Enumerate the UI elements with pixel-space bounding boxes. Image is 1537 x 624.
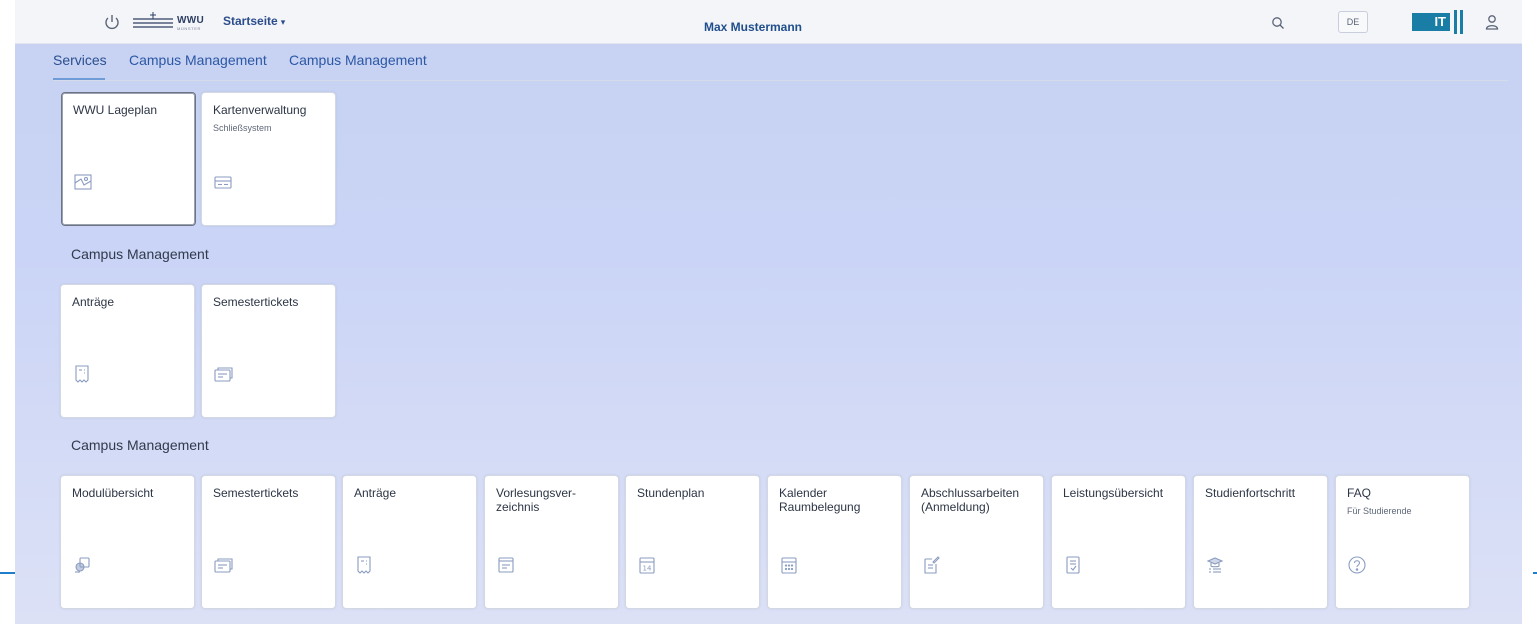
section-title-campus-management: Campus Management [71, 437, 209, 453]
checked-document-icon [1066, 556, 1080, 574]
question-icon [1348, 556, 1366, 574]
course-list-icon [498, 557, 514, 573]
right-edge-line [1533, 572, 1537, 574]
receipt-icon [357, 556, 371, 574]
tile-faq[interactable]: FAQ Für Studierende [1335, 475, 1470, 609]
tile-vorlesungsverzeichnis[interactable]: Vorlesungsver- zeichnis [484, 475, 619, 609]
tab-campus-management-1[interactable]: Campus Management [129, 52, 267, 68]
card-icon [214, 176, 232, 189]
tab-services[interactable]: Services [53, 52, 107, 68]
ticket-icon [214, 558, 233, 573]
user-icon[interactable] [1483, 13, 1501, 31]
tile-title: FAQ [1347, 486, 1372, 500]
tile-title: Semestertickets [213, 295, 299, 309]
receipt-icon [75, 365, 89, 383]
tile-title: Modulübersicht [72, 486, 154, 500]
language-button[interactable]: DE [1338, 11, 1368, 33]
calendar-14-icon: 14 [639, 557, 655, 574]
tile-studienfortschritt[interactable]: Studienfortschritt [1193, 475, 1328, 609]
tab-campus-management-2[interactable]: Campus Management [289, 52, 427, 68]
it-logo-text: IT [1412, 13, 1450, 31]
it-logo-bar [1460, 10, 1463, 34]
tile-semestertickets[interactable]: Semestertickets [201, 284, 336, 418]
tile-subtitle: Für Studierende [1347, 506, 1412, 516]
tile-wwu-lageplan[interactable]: WWU Lageplan [61, 92, 196, 226]
tile-moduluebersicht[interactable]: Modulübersicht [60, 475, 195, 609]
tile-title: Anträge [354, 486, 397, 500]
tile-semestertickets[interactable]: Semestertickets [201, 475, 336, 609]
tile-kartenverwaltung[interactable]: Kartenverwaltung Schließsystem [201, 92, 336, 226]
graduation-icon [1206, 557, 1224, 573]
ticket-icon [214, 367, 233, 382]
section-title-campus-management: Campus Management [71, 246, 209, 262]
tile-title: Kartenverwaltung [213, 103, 307, 117]
edit-document-icon [924, 556, 940, 574]
tile-antraege[interactable]: Anträge [60, 284, 195, 418]
tile-antraege[interactable]: Anträge [342, 475, 477, 609]
map-icon [74, 174, 92, 190]
svg-text:14: 14 [643, 565, 652, 573]
tile-title: Abschlussarbeiten (Anmeldung) [921, 486, 1020, 514]
it-logo-bar [1454, 10, 1457, 34]
tile-title: Vorlesungsver- zeichnis [496, 486, 577, 514]
tile-title: Stundenplan [637, 486, 705, 500]
tile-leistungsuebersicht[interactable]: Leistungsübersicht [1051, 475, 1186, 609]
tile-subtitle: Schließsystem [213, 123, 272, 133]
tile-title: WWU Lageplan [73, 103, 158, 117]
tile-title: Leistungsübersicht [1063, 486, 1164, 500]
launchpad: WWU MÜNSTER Startseite ▾ Max Mustermann D… [15, 0, 1522, 624]
tile-stundenplan[interactable]: Stundenplan 14 [625, 475, 760, 609]
tab-divider [53, 80, 1508, 81]
tile-title: Semestertickets [213, 486, 299, 500]
search-icon[interactable] [1270, 15, 1286, 31]
tile-title: Anträge [72, 295, 115, 309]
tile-title: Studienfortschritt [1205, 486, 1296, 500]
calendar-grid-icon [781, 557, 797, 574]
tile-kalender-raumbelegung[interactable]: Kalender Raumbelegung [767, 475, 902, 609]
shell-bar: WWU MÜNSTER Startseite ▾ Max Mustermann D… [15, 0, 1522, 44]
tile-title: Kalender Raumbelegung [779, 486, 861, 514]
it-logo: IT [1412, 10, 1466, 34]
tile-abschlussarbeiten[interactable]: Abschlussarbeiten (Anmeldung) [909, 475, 1044, 609]
module-icon [75, 557, 90, 573]
